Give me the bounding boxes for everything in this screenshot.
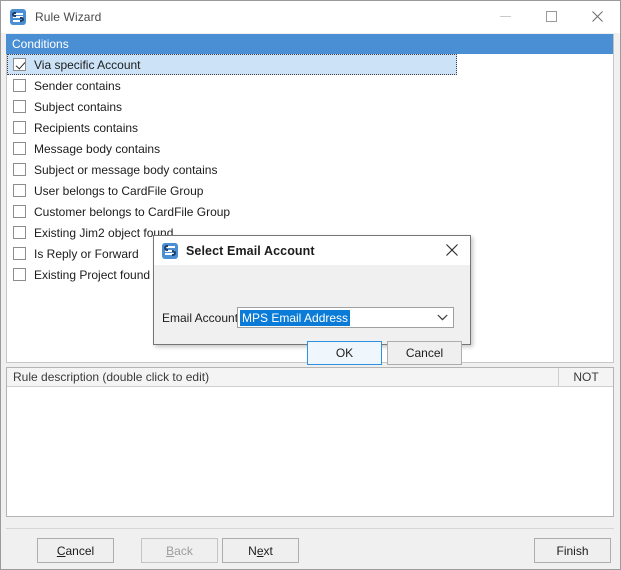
cancel-button[interactable]: Cancel [37, 538, 114, 563]
condition-checkbox[interactable] [13, 79, 26, 92]
window-title: Rule Wizard [35, 10, 102, 24]
condition-checkbox[interactable] [13, 121, 26, 134]
back-accel: B [166, 543, 175, 558]
dialog-cancel-button[interactable]: Cancel [387, 341, 462, 365]
condition-checkbox[interactable] [13, 100, 26, 113]
condition-checkbox[interactable] [13, 247, 26, 260]
condition-row-sender-contains[interactable]: Sender contains [7, 75, 613, 96]
condition-label: Recipients contains [34, 120, 139, 135]
title-bar: Rule Wizard [1, 1, 620, 33]
condition-label: Existing Project found [34, 267, 151, 282]
condition-label: Customer belongs to CardFile Group [34, 204, 231, 219]
column-header-not[interactable]: NOT [559, 368, 613, 386]
condition-checkbox[interactable] [13, 268, 26, 281]
condition-row-recipients-contains[interactable]: Recipients contains [7, 117, 613, 138]
maximize-icon[interactable] [528, 1, 574, 32]
cancel-label: ancel [65, 543, 95, 558]
jim2-app-icon [162, 242, 178, 259]
email-account-combobox[interactable]: MPS Email Address [237, 307, 454, 328]
condition-row-message-body-contains[interactable]: Message body contains [7, 138, 613, 159]
condition-label: Subject or message body contains [34, 162, 218, 177]
back-button[interactable]: Back [141, 538, 218, 563]
condition-label: Message body contains [34, 141, 161, 156]
email-account-label: Email Account [162, 311, 239, 325]
dialog-title-bar: Select Email Account [154, 236, 470, 265]
rule-description-grid[interactable]: Rule description (double click to edit) … [6, 367, 614, 517]
next-label: xt [263, 543, 273, 558]
condition-label: Is Reply or Forward [34, 246, 139, 261]
condition-checkbox[interactable] [13, 142, 26, 155]
condition-checkbox[interactable] [13, 226, 26, 239]
rule-description-header-row: Rule description (double click to edit) … [7, 368, 613, 387]
condition-label: Via specific Account [34, 57, 141, 72]
window-controls [482, 1, 620, 32]
finish-button[interactable]: Finish [534, 538, 611, 563]
rule-wizard-window: Rule Wizard Conditions Via specific Acco… [0, 0, 621, 570]
dialog-title: Select Email Account [186, 243, 315, 258]
condition-checkbox[interactable] [13, 205, 26, 218]
next-button[interactable]: Next [222, 538, 299, 563]
condition-row-user-belongs-to-cardfile-group[interactable]: User belongs to CardFile Group [7, 180, 613, 201]
condition-row-subject-or-message-body-contains[interactable]: Subject or message body contains [7, 159, 613, 180]
condition-row-subject-contains[interactable]: Subject contains [7, 96, 613, 117]
condition-checkbox[interactable] [13, 184, 26, 197]
back-label: ack [174, 543, 193, 558]
rule-description-body[interactable] [7, 387, 613, 516]
condition-checkbox[interactable] [13, 58, 26, 71]
condition-label: Sender contains [34, 78, 121, 93]
next-pre: N [248, 543, 257, 558]
next-accel: e [256, 543, 264, 558]
condition-row-customer-belongs-to-cardfile-group[interactable]: Customer belongs to CardFile Group [7, 201, 613, 222]
close-icon[interactable] [434, 236, 470, 264]
dialog-body: Email Account MPS Email Address OK Cance… [154, 265, 470, 365]
minimize-icon[interactable] [482, 1, 528, 32]
jim2-app-icon [10, 9, 26, 25]
condition-checkbox[interactable] [13, 163, 26, 176]
select-email-account-dialog: Select Email Account Email Account MPS E… [153, 235, 471, 365]
conditions-header: Conditions [6, 34, 614, 54]
footer-divider [6, 528, 614, 529]
condition-label: User belongs to CardFile Group [34, 183, 204, 198]
column-header-description[interactable]: Rule description (double click to edit) [7, 368, 559, 386]
email-account-value: MPS Email Address [240, 309, 351, 326]
dialog-ok-button[interactable]: OK [307, 341, 382, 365]
condition-label: Subject contains [34, 99, 123, 114]
close-icon[interactable] [574, 1, 620, 32]
condition-row-via-specific-account[interactable]: Via specific Account [7, 54, 613, 75]
chevron-down-icon[interactable] [437, 308, 448, 327]
